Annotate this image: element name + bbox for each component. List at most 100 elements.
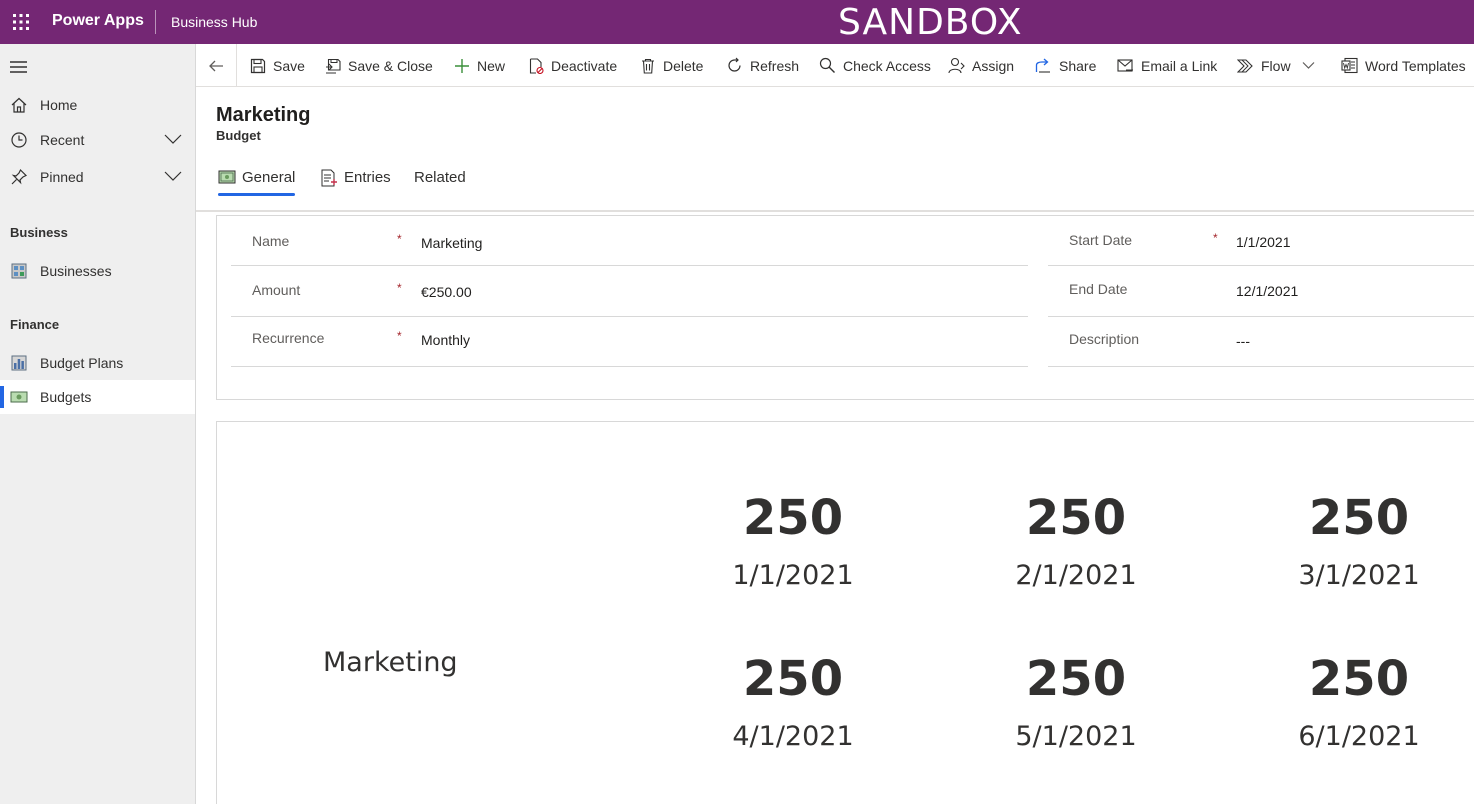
entry-amount: 250	[1025, 651, 1127, 707]
chevron-down-icon[interactable]	[164, 170, 182, 182]
delete-button[interactable]: Delete	[640, 44, 703, 87]
environment-name[interactable]: Business Hub	[171, 14, 257, 30]
back-button[interactable]	[196, 44, 237, 87]
field-value[interactable]: €250.00	[421, 284, 472, 300]
email-icon	[1117, 59, 1133, 72]
top-bar: Power Apps Business Hub SANDBOX	[0, 0, 1474, 44]
check-access-button[interactable]: Check Access	[819, 44, 931, 87]
assign-button[interactable]: Assign	[948, 44, 1014, 87]
new-button[interactable]: New	[454, 44, 505, 87]
field-value[interactable]: 12/1/2021	[1236, 283, 1298, 299]
sidebar-item-budget-plans[interactable]: Budget Plans	[0, 346, 195, 380]
sidebar-item-recent[interactable]: Recent	[0, 123, 195, 157]
entries-budget-name: Marketing	[323, 647, 458, 678]
entry-card[interactable]: 250 2/1/2021	[976, 490, 1176, 592]
chevron-down-icon[interactable]	[1302, 61, 1315, 70]
tab-general[interactable]: General	[218, 169, 296, 197]
tab-entries[interactable]: Entries	[320, 169, 391, 197]
arrow-left-icon	[209, 60, 223, 72]
tab-related[interactable]: Related	[414, 169, 466, 197]
entry-date: 6/1/2021	[1298, 721, 1420, 752]
tab-label: Entries	[344, 169, 391, 186]
flow-button[interactable]: Flow	[1237, 44, 1291, 87]
sidebar-item-pinned[interactable]: Pinned	[0, 160, 195, 194]
sidebar-section-finance: Finance	[10, 317, 60, 332]
entry-card[interactable]: 250 3/1/2021	[1259, 490, 1459, 592]
save-close-label: Save & Close	[348, 57, 433, 74]
assign-label: Assign	[972, 57, 1015, 74]
sandbox-banner: SANDBOX	[838, 2, 1023, 43]
share-button[interactable]: Share	[1035, 44, 1096, 87]
entry-date: 1/1/2021	[732, 560, 854, 591]
home-icon	[11, 97, 27, 113]
field-label: Description	[1069, 331, 1140, 347]
entry-date: 3/1/2021	[1298, 560, 1420, 591]
field-value[interactable]: ---	[1236, 333, 1250, 349]
entry-card[interactable]: 250 4/1/2021	[693, 651, 893, 753]
word-icon	[1341, 57, 1358, 74]
sidebar-item-home[interactable]: Home	[0, 88, 195, 122]
pin-icon	[11, 168, 28, 185]
share-label: Share	[1059, 57, 1097, 74]
sidebar-item-label: Home	[40, 97, 78, 113]
check-access-label: Check Access	[843, 57, 931, 74]
field-recurrence[interactable]: Recurrence * Monthly	[231, 317, 1028, 367]
plus-icon	[455, 58, 469, 73]
field-end-date[interactable]: End Date 12/1/2021	[1048, 267, 1474, 317]
field-label: Start Date	[1069, 232, 1133, 248]
field-description[interactable]: Description ---	[1048, 317, 1474, 367]
deactivate-label: Deactivate	[551, 57, 618, 74]
general-section: Name * Marketing Amount * €250.00 Recurr…	[216, 215, 1474, 400]
table-icon	[11, 263, 27, 279]
sidebar-item-label: Pinned	[40, 169, 84, 185]
field-label: Amount	[252, 282, 301, 298]
field-label: Name	[252, 233, 290, 249]
form-body: Name * Marketing Amount * €250.00 Recurr…	[196, 213, 1474, 804]
sidebar-item-budgets[interactable]: Budgets	[0, 380, 195, 414]
flow-label: Flow	[1261, 57, 1291, 74]
entries-section: Marketing 250 1/1/2021 250 2/1/2021 250 …	[216, 421, 1474, 804]
deactivate-icon	[529, 57, 544, 74]
sidebar-item-label: Budgets	[40, 389, 92, 405]
save-icon	[250, 58, 266, 73]
required-indicator: *	[397, 232, 402, 246]
word-templates-label: Word Templates	[1365, 57, 1466, 74]
entry-card[interactable]: 250 5/1/2021	[976, 651, 1176, 753]
save-close-button[interactable]: Save & Close	[325, 44, 433, 87]
record-title: Marketing	[216, 104, 311, 126]
document-entries-icon	[321, 169, 337, 187]
sidebar-item-businesses[interactable]: Businesses	[0, 254, 195, 288]
field-value[interactable]: Monthly	[421, 332, 470, 348]
entry-amount: 250	[1025, 490, 1127, 546]
save-button[interactable]: Save	[250, 44, 305, 87]
new-label: New	[477, 57, 506, 74]
chevron-down-icon[interactable]	[164, 133, 182, 145]
record-entity-type: Budget	[216, 128, 261, 143]
refresh-button[interactable]: Refresh	[726, 44, 799, 87]
email-link-button[interactable]: Email a Link	[1117, 44, 1217, 87]
tab-label: Related	[414, 169, 466, 186]
app-name[interactable]: Power Apps	[52, 12, 144, 30]
field-label: End Date	[1069, 281, 1128, 297]
field-name[interactable]: Name * Marketing	[231, 216, 1028, 266]
flow-icon	[1237, 59, 1253, 73]
field-label: Recurrence	[252, 330, 325, 346]
app-launcher-icon[interactable]	[12, 13, 30, 31]
field-amount[interactable]: Amount * €250.00	[231, 267, 1028, 317]
entry-card[interactable]: 250 1/1/2021	[693, 490, 893, 592]
deactivate-button[interactable]: Deactivate	[528, 44, 617, 87]
hamburger-menu-icon[interactable]	[10, 60, 27, 74]
topbar-divider	[155, 10, 156, 34]
required-indicator: *	[397, 281, 402, 295]
word-templates-button[interactable]: Word Templates	[1341, 44, 1466, 87]
clock-icon	[11, 132, 27, 148]
field-value[interactable]: Marketing	[421, 235, 482, 251]
entry-card[interactable]: 250 6/1/2021	[1259, 651, 1459, 753]
sidebar-section-business: Business	[10, 225, 68, 240]
field-start-date[interactable]: Start Date * 1/1/2021	[1048, 216, 1474, 266]
sidebar: Home Recent Pinned Business Businesses F…	[0, 44, 196, 804]
save-close-icon	[326, 58, 341, 73]
trash-icon	[642, 58, 654, 74]
entry-amount: 250	[742, 651, 844, 707]
field-value[interactable]: 1/1/2021	[1236, 234, 1291, 250]
